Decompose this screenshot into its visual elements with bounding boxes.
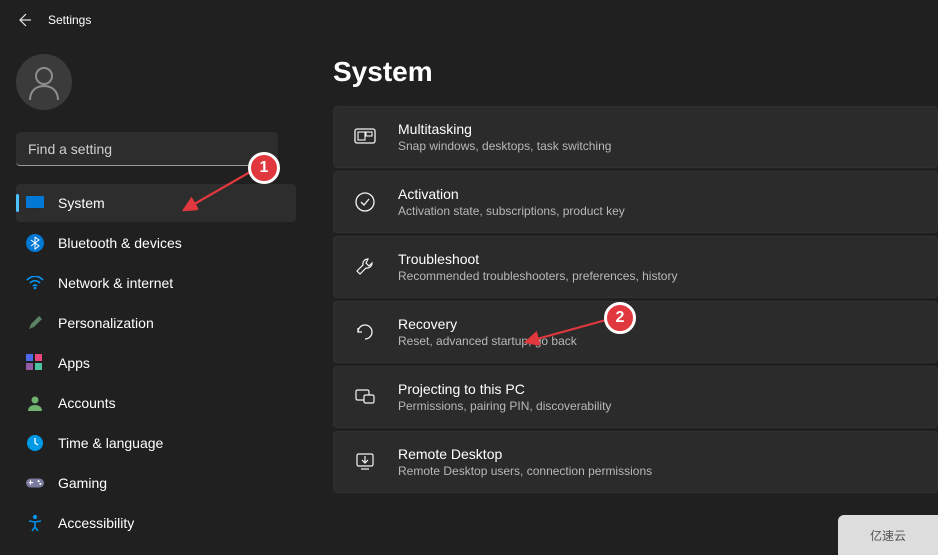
- recovery-icon: [354, 321, 376, 343]
- projecting-icon: [354, 386, 376, 408]
- sidebar-item-personalization[interactable]: Personalization: [16, 304, 296, 342]
- setting-desc: Recommended troubleshooters, preferences…: [398, 269, 677, 283]
- search-input[interactable]: [16, 132, 278, 166]
- wrench-icon: [354, 256, 376, 278]
- paintbrush-icon: [26, 314, 44, 332]
- setting-remote-desktop[interactable]: Remote Desktop Remote Desktop users, con…: [333, 431, 938, 493]
- wifi-icon: [26, 274, 44, 292]
- apps-icon: [26, 354, 44, 372]
- sidebar-item-label: Gaming: [58, 475, 107, 491]
- watermark: 亿速云: [838, 515, 938, 555]
- setting-projecting[interactable]: Projecting to this PC Permissions, pairi…: [333, 366, 938, 428]
- title-bar: Settings: [0, 0, 938, 40]
- setting-multitasking[interactable]: Multitasking Snap windows, desktops, tas…: [333, 106, 938, 168]
- annotation-badge-1: 1: [248, 152, 280, 184]
- setting-title: Activation: [398, 186, 625, 202]
- sidebar-item-label: Time & language: [58, 435, 163, 451]
- gamepad-icon: [26, 474, 44, 492]
- sidebar-item-apps[interactable]: Apps: [16, 344, 296, 382]
- sidebar-item-label: Apps: [58, 355, 90, 371]
- setting-title: Remote Desktop: [398, 446, 652, 462]
- multitasking-icon: [354, 126, 376, 148]
- watermark-text: 亿速云: [870, 527, 906, 544]
- nav-list: System Bluetooth & devices Network & int…: [16, 184, 299, 542]
- clock-icon: [26, 434, 44, 452]
- setting-desc: Remote Desktop users, connection permiss…: [398, 464, 652, 478]
- sidebar-item-label: Bluetooth & devices: [58, 235, 182, 251]
- sidebar-item-label: Accounts: [58, 395, 116, 411]
- annotation-badge-2: 2: [604, 302, 636, 334]
- sidebar-item-gaming[interactable]: Gaming: [16, 464, 296, 502]
- sidebar: System Bluetooth & devices Network & int…: [0, 40, 299, 555]
- setting-troubleshoot[interactable]: Troubleshoot Recommended troubleshooters…: [333, 236, 938, 298]
- check-circle-icon: [354, 191, 376, 213]
- app-title: Settings: [48, 13, 91, 27]
- sidebar-item-accessibility[interactable]: Accessibility: [16, 504, 296, 542]
- setting-title: Troubleshoot: [398, 251, 677, 267]
- bluetooth-icon: [26, 234, 44, 252]
- main-panel: System Multitasking Snap windows, deskto…: [299, 40, 938, 555]
- sidebar-item-label: Accessibility: [58, 515, 134, 531]
- person-icon: [26, 394, 44, 412]
- annotation-arrow-2: [520, 316, 612, 348]
- settings-list: Multitasking Snap windows, desktops, tas…: [333, 106, 938, 493]
- sidebar-item-time-language[interactable]: Time & language: [16, 424, 296, 462]
- display-icon: [26, 194, 44, 212]
- accessibility-icon: [26, 514, 44, 532]
- setting-desc: Activation state, subscriptions, product…: [398, 204, 625, 218]
- avatar[interactable]: [16, 54, 72, 110]
- sidebar-item-label: System: [58, 195, 105, 211]
- remote-desktop-icon: [354, 451, 376, 473]
- person-icon: [24, 62, 64, 102]
- page-title: System: [333, 56, 938, 88]
- sidebar-item-label: Personalization: [58, 315, 154, 331]
- annotation-arrow-1: [178, 168, 258, 216]
- setting-desc: Permissions, pairing PIN, discoverabilit…: [398, 399, 611, 413]
- setting-recovery[interactable]: Recovery Reset, advanced startup, go bac…: [333, 301, 938, 363]
- sidebar-item-network[interactable]: Network & internet: [16, 264, 296, 302]
- setting-title: Multitasking: [398, 121, 611, 137]
- sidebar-item-label: Network & internet: [58, 275, 173, 291]
- sidebar-item-bluetooth[interactable]: Bluetooth & devices: [16, 224, 296, 262]
- sidebar-item-accounts[interactable]: Accounts: [16, 384, 296, 422]
- setting-activation[interactable]: Activation Activation state, subscriptio…: [333, 171, 938, 233]
- back-icon[interactable]: [16, 12, 32, 28]
- setting-title: Projecting to this PC: [398, 381, 611, 397]
- setting-desc: Snap windows, desktops, task switching: [398, 139, 611, 153]
